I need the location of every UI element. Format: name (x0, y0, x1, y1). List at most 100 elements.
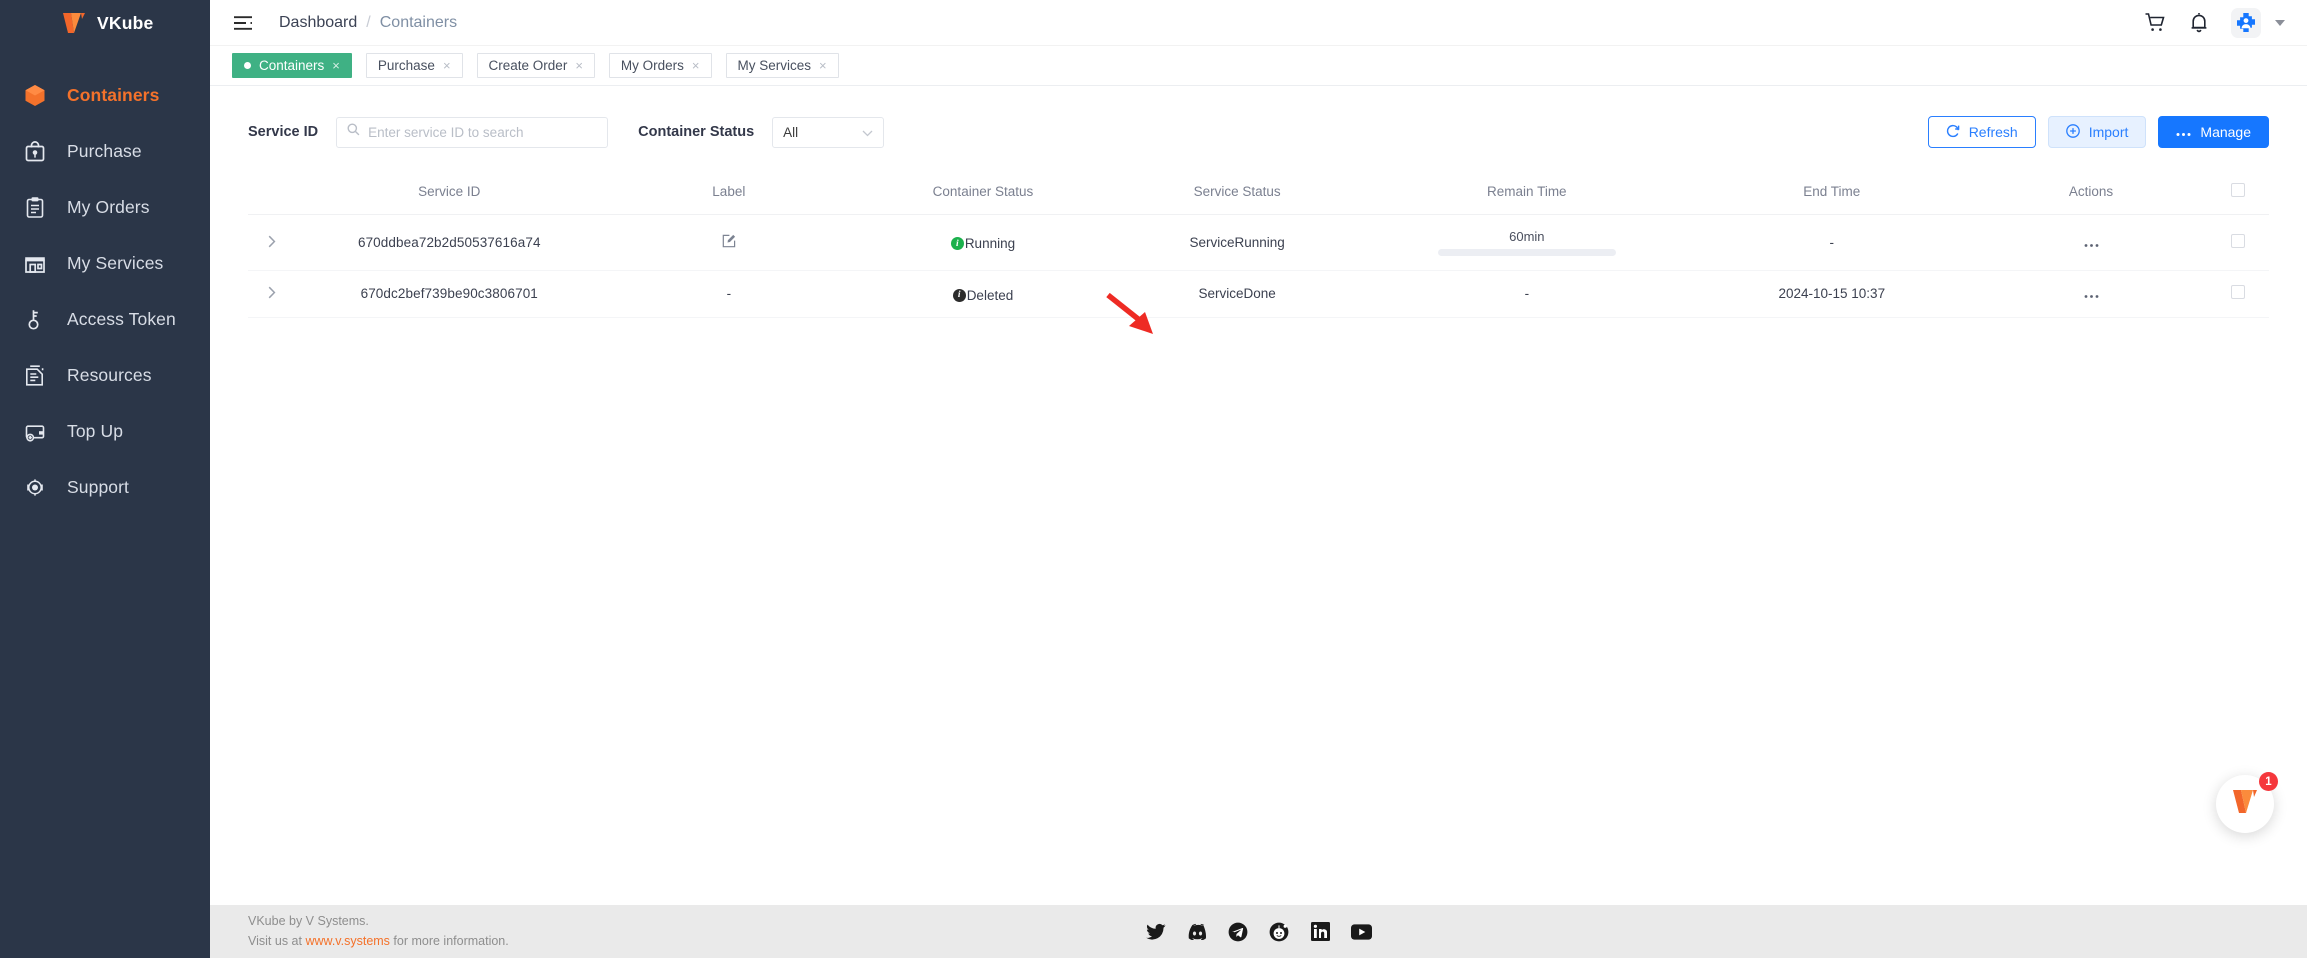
tab-purchase[interactable]: Purchase × (365, 53, 463, 78)
brand[interactable]: VKube (0, 0, 210, 46)
close-icon[interactable]: × (575, 59, 583, 72)
status-label: Running (964, 236, 1016, 252)
import-button[interactable]: Import (2047, 116, 2147, 148)
vkube-logo-icon (2231, 788, 2259, 820)
cell-actions[interactable] (1974, 214, 2208, 271)
cell-label (601, 214, 856, 271)
topbar: Dashboard / Containers (210, 0, 2307, 46)
chevron-down-icon (862, 125, 873, 140)
close-icon[interactable]: × (819, 59, 827, 72)
main-area: Dashboard / Containers Containers × Purc… (210, 0, 2307, 958)
chat-badge-count: 1 (2259, 772, 2278, 791)
cell-service-status: ServiceRunning (1110, 214, 1365, 271)
sidebar-item-my-orders[interactable]: My Orders (0, 179, 210, 235)
refresh-label: Refresh (1968, 124, 2018, 140)
table-row[interactable]: 670ddbea72b2d50537616a74 i Running Servi… (248, 214, 2269, 271)
ellipsis-icon (2176, 124, 2191, 140)
tab-label: Purchase (377, 58, 435, 73)
bell-icon[interactable] (2187, 11, 2211, 35)
search-input[interactable] (368, 124, 598, 140)
youtube-icon[interactable] (1350, 921, 1372, 942)
remain-time-label: 60min (1509, 229, 1545, 244)
chevron-right-icon[interactable] (268, 286, 276, 302)
tab-bar: Containers × Purchase × Create Order × M… (210, 46, 2307, 86)
tab-label: Create Order (488, 58, 568, 73)
cell-service-status: ServiceDone (1110, 270, 1365, 318)
twitter-icon[interactable] (1146, 921, 1167, 942)
tab-label: Containers (259, 58, 325, 73)
progress-bar (1437, 249, 1616, 256)
col-end-time: End Time (1689, 171, 1975, 215)
checkbox-unchecked-icon[interactable] (2231, 183, 2246, 197)
import-label: Import (2088, 124, 2129, 140)
sidebar-item-top-up[interactable]: Top Up (0, 403, 210, 459)
table-row[interactable]: 670dc2bef739be90c3806701 - i Deleted Ser… (248, 270, 2269, 318)
shopping-cart-icon[interactable] (2143, 11, 2167, 35)
breadcrumb-current[interactable]: Containers (380, 14, 457, 32)
chevron-right-icon[interactable] (268, 235, 276, 251)
info-circle-icon: i (952, 288, 966, 302)
app-root: VKube Containers Purchase My Orders My S… (0, 0, 2307, 958)
tab-my-orders[interactable]: My Orders × (608, 53, 712, 78)
breadcrumb-root[interactable]: Dashboard (279, 14, 357, 32)
close-icon[interactable]: × (692, 59, 700, 72)
plus-circle-icon (2065, 123, 2080, 141)
sidebar-item-label: Purchase (67, 140, 142, 161)
col-label: Label (601, 171, 856, 215)
manage-button[interactable]: Manage (2158, 116, 2269, 148)
footer: VKube by V Systems. Visit us at www.v.sy… (210, 905, 2307, 958)
sidebar-item-access-token[interactable]: Access Token (0, 291, 210, 347)
key-icon (22, 306, 48, 332)
sidebar-item-purchase[interactable]: Purchase (0, 123, 210, 179)
reddit-icon[interactable] (1269, 921, 1290, 942)
sidebar-item-containers[interactable]: Containers (0, 67, 210, 123)
cell-end-time: 2024-10-15 10:37 (1689, 270, 1975, 318)
hamburger-collapse-icon[interactable] (232, 12, 254, 34)
col-service-id: Service ID (296, 171, 602, 215)
cell-end-time: - (1689, 214, 1975, 271)
edit-square-icon[interactable] (722, 234, 736, 248)
col-actions: Actions (1974, 171, 2208, 215)
sidebar-item-resources[interactable]: Resources (0, 347, 210, 403)
cell-service-id: 670dc2bef739be90c3806701 (296, 270, 602, 318)
documents-icon (22, 362, 48, 388)
row-expand-cell[interactable] (248, 270, 297, 318)
close-icon[interactable]: × (332, 59, 340, 72)
info-circle-icon: i (950, 237, 964, 251)
tab-create-order[interactable]: Create Order × (476, 53, 595, 78)
sidebar-item-my-services[interactable]: My Services (0, 235, 210, 291)
cube-icon (22, 82, 48, 108)
tab-containers[interactable]: Containers × (232, 53, 352, 78)
col-service-status: Service Status (1110, 171, 1365, 215)
row-expand-cell[interactable] (248, 214, 297, 271)
chat-widget-button[interactable]: 1 (2216, 772, 2278, 833)
discord-icon[interactable] (1187, 921, 1208, 942)
ellipsis-icon[interactable] (2084, 286, 2099, 302)
user-avatar-icon[interactable] (2231, 7, 2261, 38)
checkbox-unchecked-icon[interactable] (2231, 234, 2246, 248)
cell-remain-time: - (1364, 270, 1690, 318)
headset-icon (22, 474, 48, 500)
v-systems-link[interactable]: www.v.systems (305, 934, 390, 948)
checkbox-unchecked-icon[interactable] (2231, 285, 2246, 300)
cell-actions[interactable] (1974, 270, 2208, 318)
sidebar: VKube Containers Purchase My Orders My S… (0, 0, 210, 958)
sidebar-item-support[interactable]: Support (0, 459, 210, 515)
search-input-wrapper[interactable] (336, 116, 609, 148)
container-status-select[interactable]: All (772, 116, 885, 148)
ellipsis-icon[interactable] (2084, 235, 2099, 251)
cell-row-select[interactable] (2207, 270, 2269, 318)
close-icon[interactable]: × (443, 59, 451, 72)
cell-row-select[interactable] (2207, 214, 2269, 271)
telegram-icon[interactable] (1228, 921, 1249, 942)
sidebar-nav: Containers Purchase My Orders My Service… (0, 67, 210, 515)
status-label: Deleted (966, 287, 1014, 303)
footer-text: VKube by V Systems. Visit us at www.v.sy… (248, 912, 509, 951)
refresh-button[interactable]: Refresh (1927, 116, 2036, 148)
linkedin-icon[interactable] (1310, 921, 1331, 942)
tab-my-services[interactable]: My Services × (725, 53, 839, 78)
tab-label: My Orders (620, 58, 684, 73)
sidebar-item-label: Top Up (67, 420, 124, 441)
breadcrumb-separator: / (366, 13, 371, 31)
chevron-down-icon[interactable] (2275, 19, 2285, 26)
